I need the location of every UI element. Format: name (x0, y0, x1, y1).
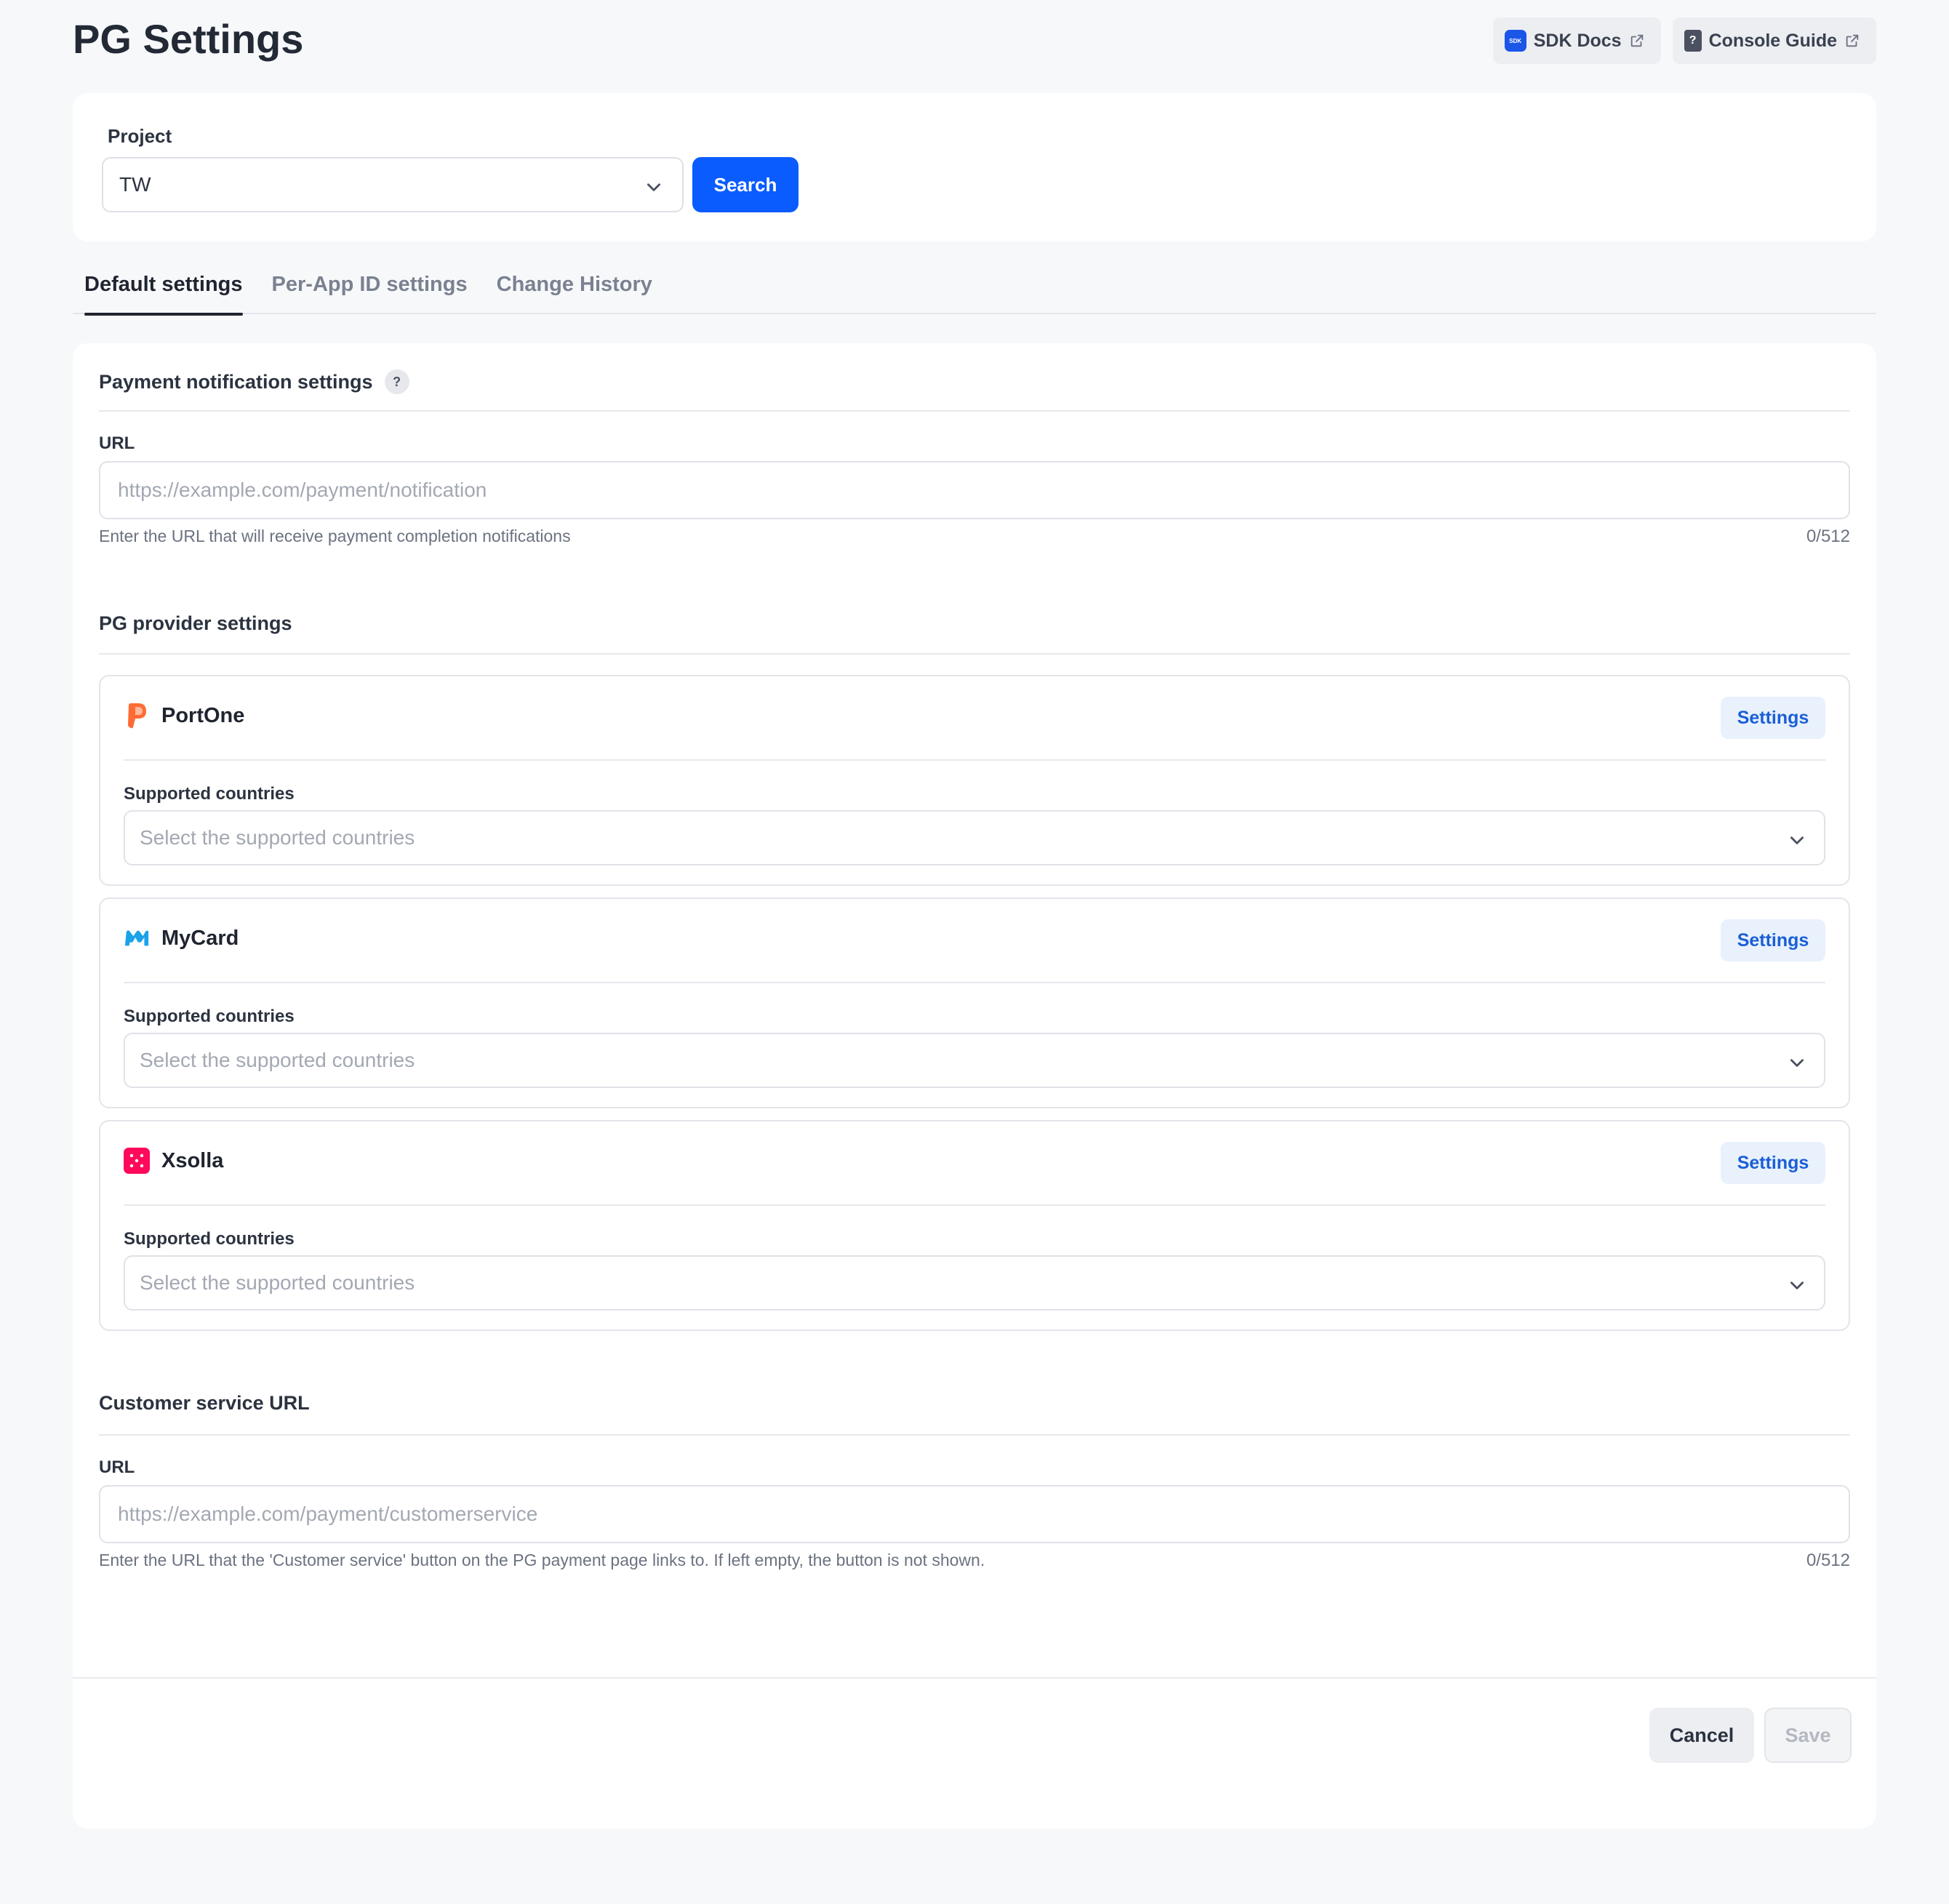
customer-service-url-counter: 0/512 (1806, 1551, 1850, 1570)
divider (99, 410, 1850, 412)
supported-countries-label: Supported countries (124, 784, 295, 804)
footer-divider (73, 1677, 1876, 1679)
provider-name: MyCard (161, 926, 239, 950)
customer-service-url-helper: Enter the URL that the 'Customer service… (99, 1551, 985, 1569)
notification-url-input[interactable] (99, 461, 1850, 519)
customer-service-url-label: URL (99, 1457, 135, 1477)
customer-service-title: Customer service URL (99, 1392, 310, 1414)
project-label: Project (108, 125, 172, 147)
sdk-docs-label: SDK Docs (1533, 30, 1622, 51)
countries-placeholder: Select the supported countries (140, 826, 415, 849)
provider-name: PortOne (161, 703, 245, 727)
divider (124, 1204, 1825, 1206)
pg-provider-section-title: PG provider settings (99, 612, 292, 635)
provider-card-xsolla: Xsolla Settings Supported countries Sele… (99, 1120, 1850, 1331)
xsolla-settings-button[interactable]: Settings (1721, 1142, 1825, 1184)
cancel-button[interactable]: Cancel (1649, 1708, 1754, 1763)
notification-url-helper: Enter the URL that will receive payment … (99, 527, 571, 545)
mycard-logo-icon (124, 925, 150, 951)
sdk-doc-icon: SDK (1504, 30, 1526, 52)
project-filter-card: Project TW Search (73, 93, 1876, 241)
supported-countries-label: Supported countries (124, 1007, 295, 1026)
chevron-down-icon (1790, 1059, 1804, 1067)
tab-per-app-id-settings[interactable]: Per-App ID settings (260, 255, 479, 314)
customer-service-section-title: Customer service URL (99, 1392, 310, 1415)
customer-service-url-input[interactable] (99, 1485, 1850, 1543)
provider-card-mycard: MyCard Settings Supported countries Sele… (99, 897, 1850, 1108)
pg-provider-title: PG provider settings (99, 612, 292, 634)
doc-links: SDK SDK Docs ? Console Guide (1492, 17, 1876, 64)
search-button[interactable]: Search (692, 157, 799, 212)
save-button[interactable]: Save (1764, 1708, 1852, 1763)
mycard-settings-button[interactable]: Settings (1721, 919, 1825, 961)
external-link-icon (1846, 34, 1859, 47)
divider (124, 759, 1825, 761)
divider (99, 653, 1850, 655)
project-select[interactable]: TW (102, 157, 684, 212)
provider-header: PortOne (124, 703, 244, 729)
console-guide-link[interactable]: ? Console Guide (1672, 17, 1876, 64)
xsolla-countries-select[interactable]: Select the supported countries (124, 1255, 1825, 1311)
default-settings-panel: Payment notification settings ? URL Ente… (73, 343, 1876, 1828)
chevron-down-icon (1790, 836, 1804, 844)
guide-doc-icon: ? (1684, 30, 1702, 52)
countries-placeholder: Select the supported countries (140, 1049, 415, 1071)
console-guide-label: Console Guide (1708, 30, 1837, 51)
page-title: PG Settings (73, 16, 304, 62)
portone-settings-button[interactable]: Settings (1721, 697, 1825, 739)
settings-tabs: Default settings Per-App ID settings Cha… (73, 255, 1876, 316)
tab-default-settings[interactable]: Default settings (73, 255, 255, 316)
help-icon[interactable]: ? (384, 369, 409, 394)
divider (124, 982, 1825, 983)
payment-notification-title: Payment notification settings (99, 370, 373, 393)
xsolla-logo-icon (124, 1148, 150, 1174)
project-selected-value: TW (119, 173, 151, 196)
payment-notification-section-title: Payment notification settings ? (99, 369, 409, 394)
notification-url-label: URL (99, 433, 135, 453)
mycard-countries-select[interactable]: Select the supported countries (124, 1033, 1825, 1088)
sdk-docs-link[interactable]: SDK SDK Docs (1492, 17, 1661, 64)
provider-header: Xsolla (124, 1148, 223, 1174)
provider-name: Xsolla (161, 1148, 224, 1172)
provider-header: MyCard (124, 925, 239, 951)
notification-url-counter: 0/512 (1806, 527, 1850, 546)
chevron-down-icon (1790, 1281, 1804, 1289)
chevron-down-icon (647, 183, 660, 191)
portone-logo-icon (124, 703, 150, 729)
provider-card-portone: PortOne Settings Supported countries Sel… (99, 675, 1850, 886)
supported-countries-label: Supported countries (124, 1229, 295, 1249)
countries-placeholder: Select the supported countries (140, 1271, 415, 1294)
divider (99, 1434, 1850, 1436)
portone-countries-select[interactable]: Select the supported countries (124, 810, 1825, 865)
tab-change-history[interactable]: Change History (485, 255, 664, 314)
external-link-icon (1630, 34, 1643, 47)
